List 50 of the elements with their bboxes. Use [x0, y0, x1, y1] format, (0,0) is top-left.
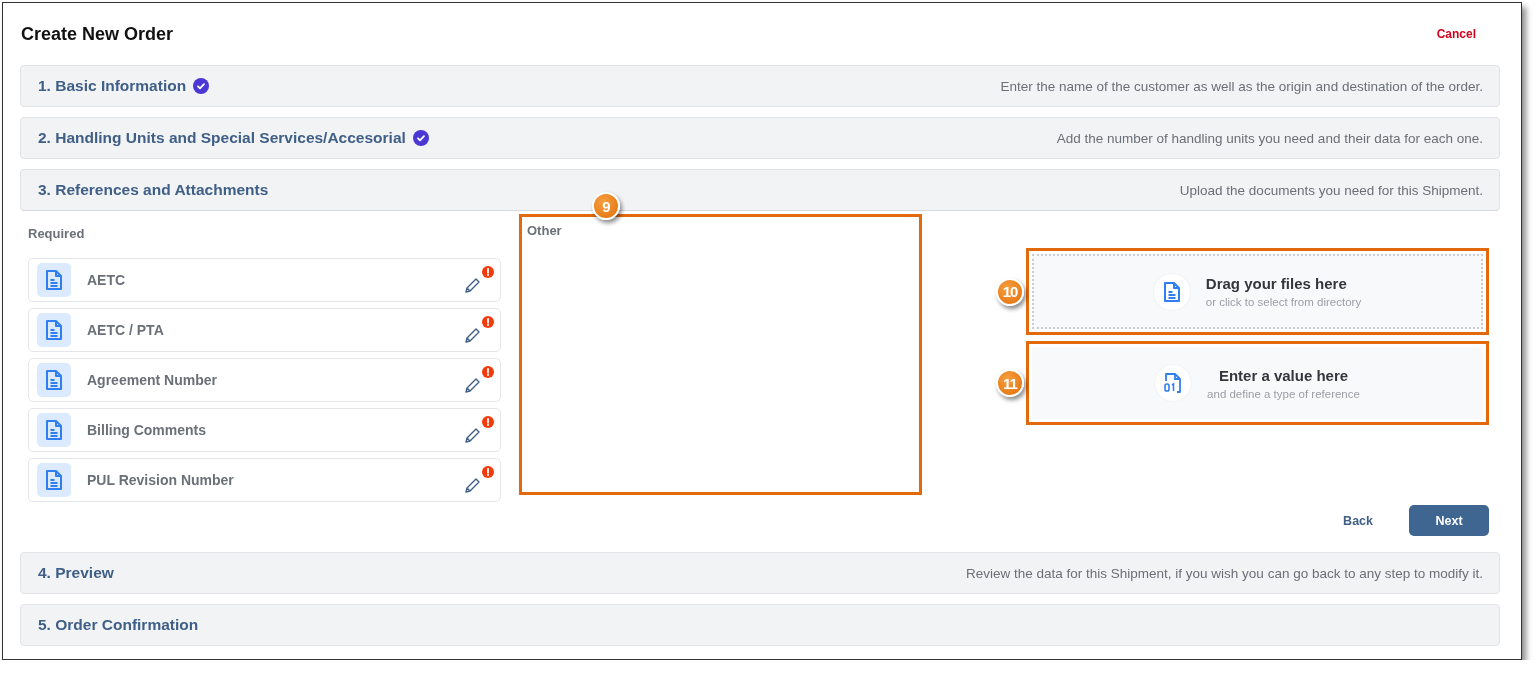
- document-name: Billing Comments: [87, 422, 206, 438]
- zone-title: Enter a value here: [1218, 366, 1349, 384]
- step-description: Add the number of handling units you need and their data for each one.: [1056, 130, 1483, 146]
- document-row[interactable]: Billing Comments: [28, 408, 501, 452]
- pencil-icon[interactable]: [464, 477, 481, 494]
- step-title: 1. Basic Information: [38, 77, 187, 95]
- document-icon: [44, 319, 64, 341]
- document-name: AETC: [87, 272, 126, 288]
- step-header[interactable]: 4. Preview Review the data for this Shipment, if you wish you can go back to any step to modify it.: [20, 552, 1500, 594]
- step-title: 4. Preview: [38, 564, 114, 582]
- next-button[interactable]: Next: [1409, 505, 1489, 536]
- zone-subtitle: or click to select from directory: [1205, 296, 1362, 308]
- step-title: 5. Order Confirmation: [38, 616, 199, 634]
- document-icon: [44, 469, 64, 491]
- cancel-link[interactable]: Cancel: [1430, 26, 1482, 42]
- back-button[interactable]: Back: [1329, 505, 1387, 536]
- step-header[interactable]: 2. Handling Units and Special Services/Accesorial Add the number of handling units you need and their data for each one.: [20, 117, 1500, 159]
- step-description: Upload the documents you need for this Shipment.: [1179, 182, 1483, 198]
- document-row[interactable]: PUL Revision Number: [28, 458, 501, 502]
- document-name: AETC / PTA: [87, 322, 164, 338]
- step-title: 2. Handling Units and Special Services/Accesorial: [38, 129, 406, 147]
- pencil-icon[interactable]: [464, 277, 481, 294]
- pencil-icon[interactable]: [464, 427, 481, 444]
- document-row[interactable]: Agreement Number: [28, 358, 501, 402]
- callout-number: 10: [996, 277, 1024, 306]
- step-description: Enter the name of the customer as well as the origin and destination of the order.: [1000, 78, 1483, 94]
- document-icon: [44, 369, 64, 391]
- step-header[interactable]: 5. Order Confirmation: [20, 604, 1500, 646]
- document-row[interactable]: AETC: [28, 258, 501, 302]
- required-label: Required: [28, 226, 86, 241]
- other-label: Other: [527, 223, 563, 238]
- document-icon: [1161, 280, 1182, 303]
- step-title: 3. References and Attachments: [38, 181, 269, 199]
- file-drop-zone[interactable]: Drag your files here or click to select from directory: [1032, 254, 1483, 329]
- document-icon: [44, 419, 64, 441]
- document-name: PUL Revision Number: [87, 472, 234, 488]
- document-icon: [44, 269, 64, 291]
- zone-subtitle: and define a type of reference: [1207, 387, 1360, 400]
- zone-title: Drag your files here: [1205, 275, 1347, 292]
- callout-number: 11: [996, 369, 1024, 397]
- reference-value-zone[interactable]: Enter a value here and define a type of reference: [1032, 347, 1483, 419]
- binary-file-icon: [1163, 372, 1184, 394]
- step-description: Review the data for this Shipment, if you wish you can go back to any step to modify it.: [966, 565, 1483, 581]
- pencil-icon[interactable]: [464, 377, 481, 394]
- window-title: Create New Order: [20, 23, 174, 45]
- callout-number: 9: [592, 192, 620, 220]
- document-name: Agreement Number: [87, 372, 217, 388]
- document-row[interactable]: AETC / PTA: [28, 308, 501, 352]
- step-header[interactable]: 1. Basic Information Enter the name of the customer as well as the origin and destination of the order.: [20, 65, 1500, 107]
- pencil-icon[interactable]: [464, 327, 481, 344]
